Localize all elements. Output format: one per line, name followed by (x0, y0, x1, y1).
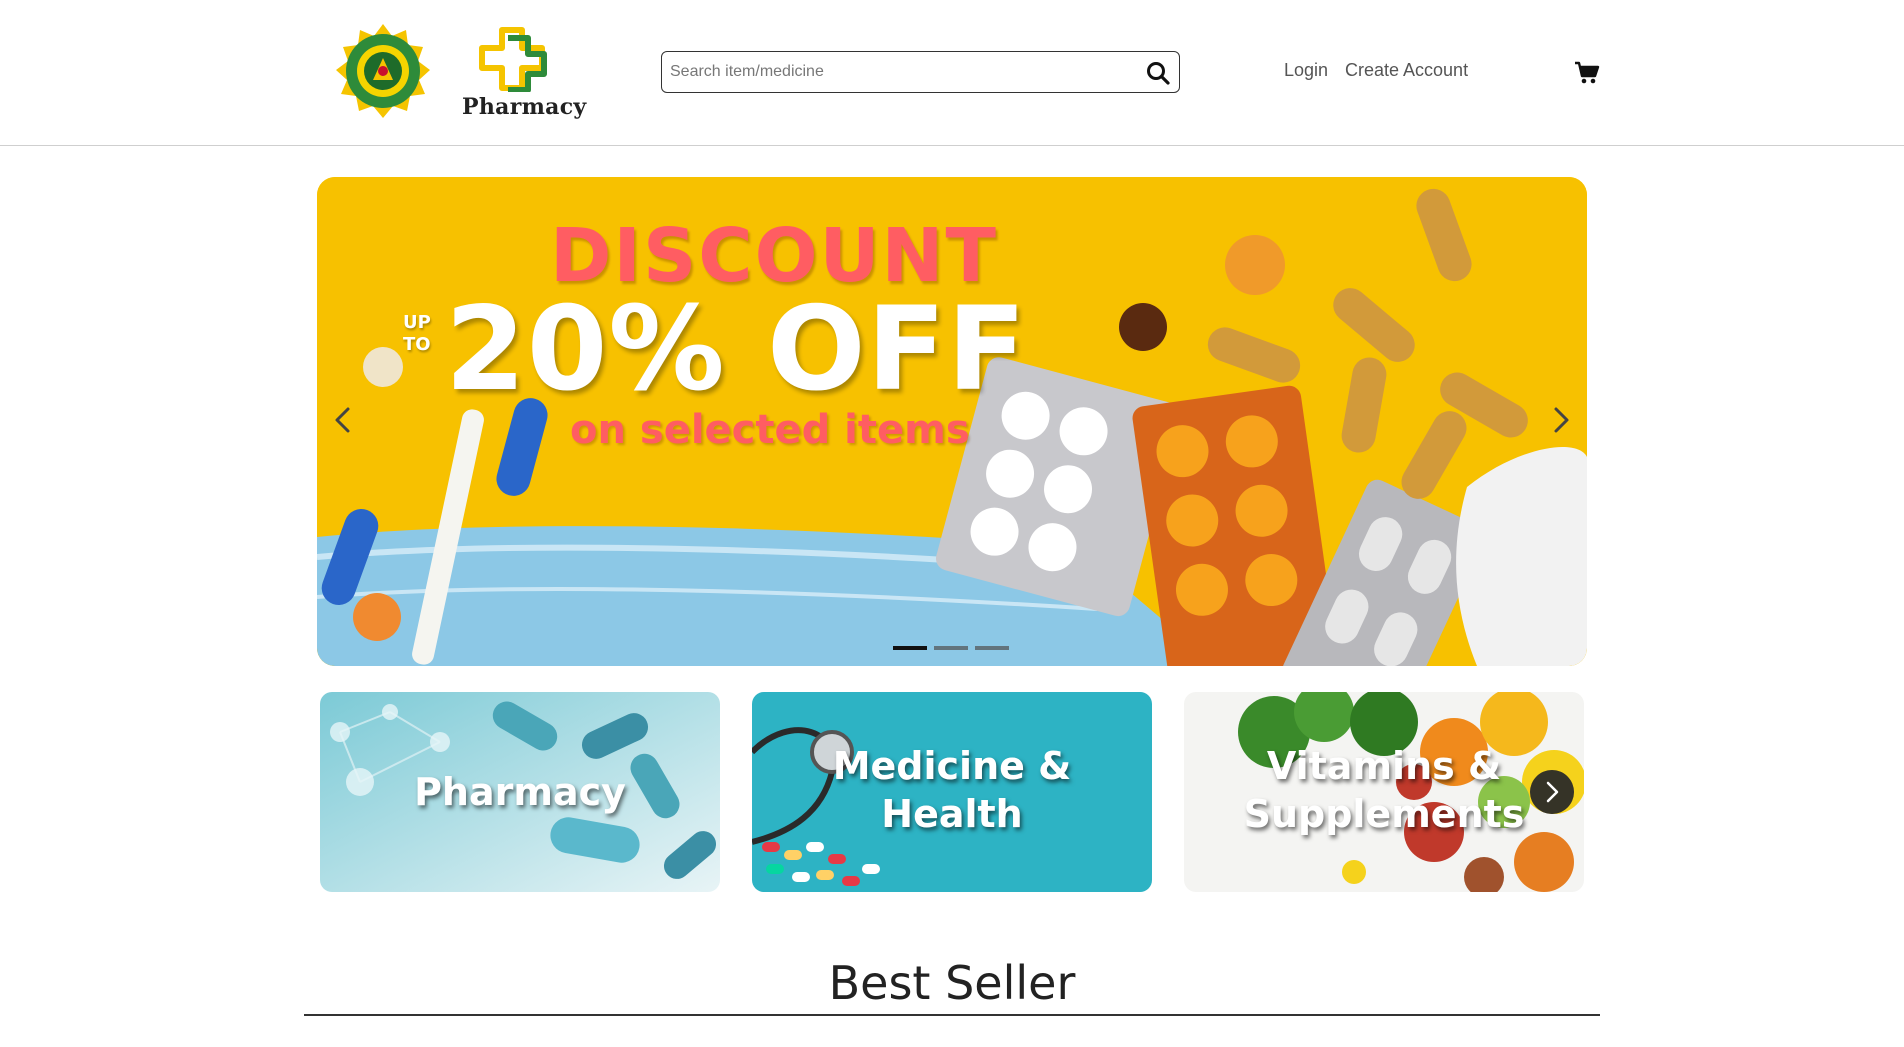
category-label-vitamins-supplements: Vitamins & Supplements (1184, 742, 1584, 838)
login-link[interactable]: Login (1284, 60, 1328, 81)
logo-text: Pharmacy (462, 94, 587, 120)
chevron-right-icon[interactable] (1547, 395, 1577, 445)
create-account-link[interactable]: Create Account (1345, 60, 1468, 81)
carousel-indicator-2[interactable] (934, 646, 968, 650)
promo-prefix-line2: TO (403, 334, 431, 355)
best-seller-heading: Best Seller (828, 956, 1076, 1010)
category-label-pharmacy: Pharmacy (414, 770, 626, 814)
category-label-line1: Vitamins & (1266, 744, 1502, 788)
category-label-line2: Health (881, 792, 1023, 836)
green-cross-logo (479, 27, 547, 92)
cart-icon[interactable] (1574, 61, 1600, 85)
site-header: Pharmacy Login Create Account (0, 0, 1904, 146)
category-label-line2: Supplements (1243, 792, 1525, 836)
category-card-pharmacy[interactable]: Pharmacy (320, 692, 720, 892)
carousel-indicator-3[interactable] (975, 646, 1009, 650)
promo-prefix: UP TO (403, 312, 431, 356)
chevron-left-icon[interactable] (327, 395, 357, 445)
category-label-line1: Medicine & (832, 744, 1072, 788)
search-input[interactable] (670, 60, 1130, 84)
search-icon[interactable] (1145, 60, 1171, 86)
promo-offer: 20% OFF (445, 282, 1028, 417)
carousel-indicators (893, 646, 1016, 652)
category-card-vitamins-supplements[interactable]: Vitamins & Supplements (1184, 692, 1584, 892)
category-card-medicine-health[interactable]: Medicine & Health (752, 692, 1152, 892)
chevron-right-icon[interactable] (1530, 770, 1574, 814)
search-bar (661, 51, 1180, 93)
carousel-indicator-1[interactable] (893, 646, 927, 650)
promo-carousel: DISCOUNT UP TO 20% OFF on selected items (317, 177, 1587, 666)
promo-subline: on selected items (570, 407, 970, 453)
promo-prefix-line1: UP (403, 312, 431, 333)
government-seal-logo[interactable] (333, 22, 433, 122)
category-label-medicine-health: Medicine & Health (752, 742, 1152, 838)
section-divider (304, 1014, 1600, 1016)
pharmacy-logo[interactable]: Pharmacy (462, 26, 587, 122)
